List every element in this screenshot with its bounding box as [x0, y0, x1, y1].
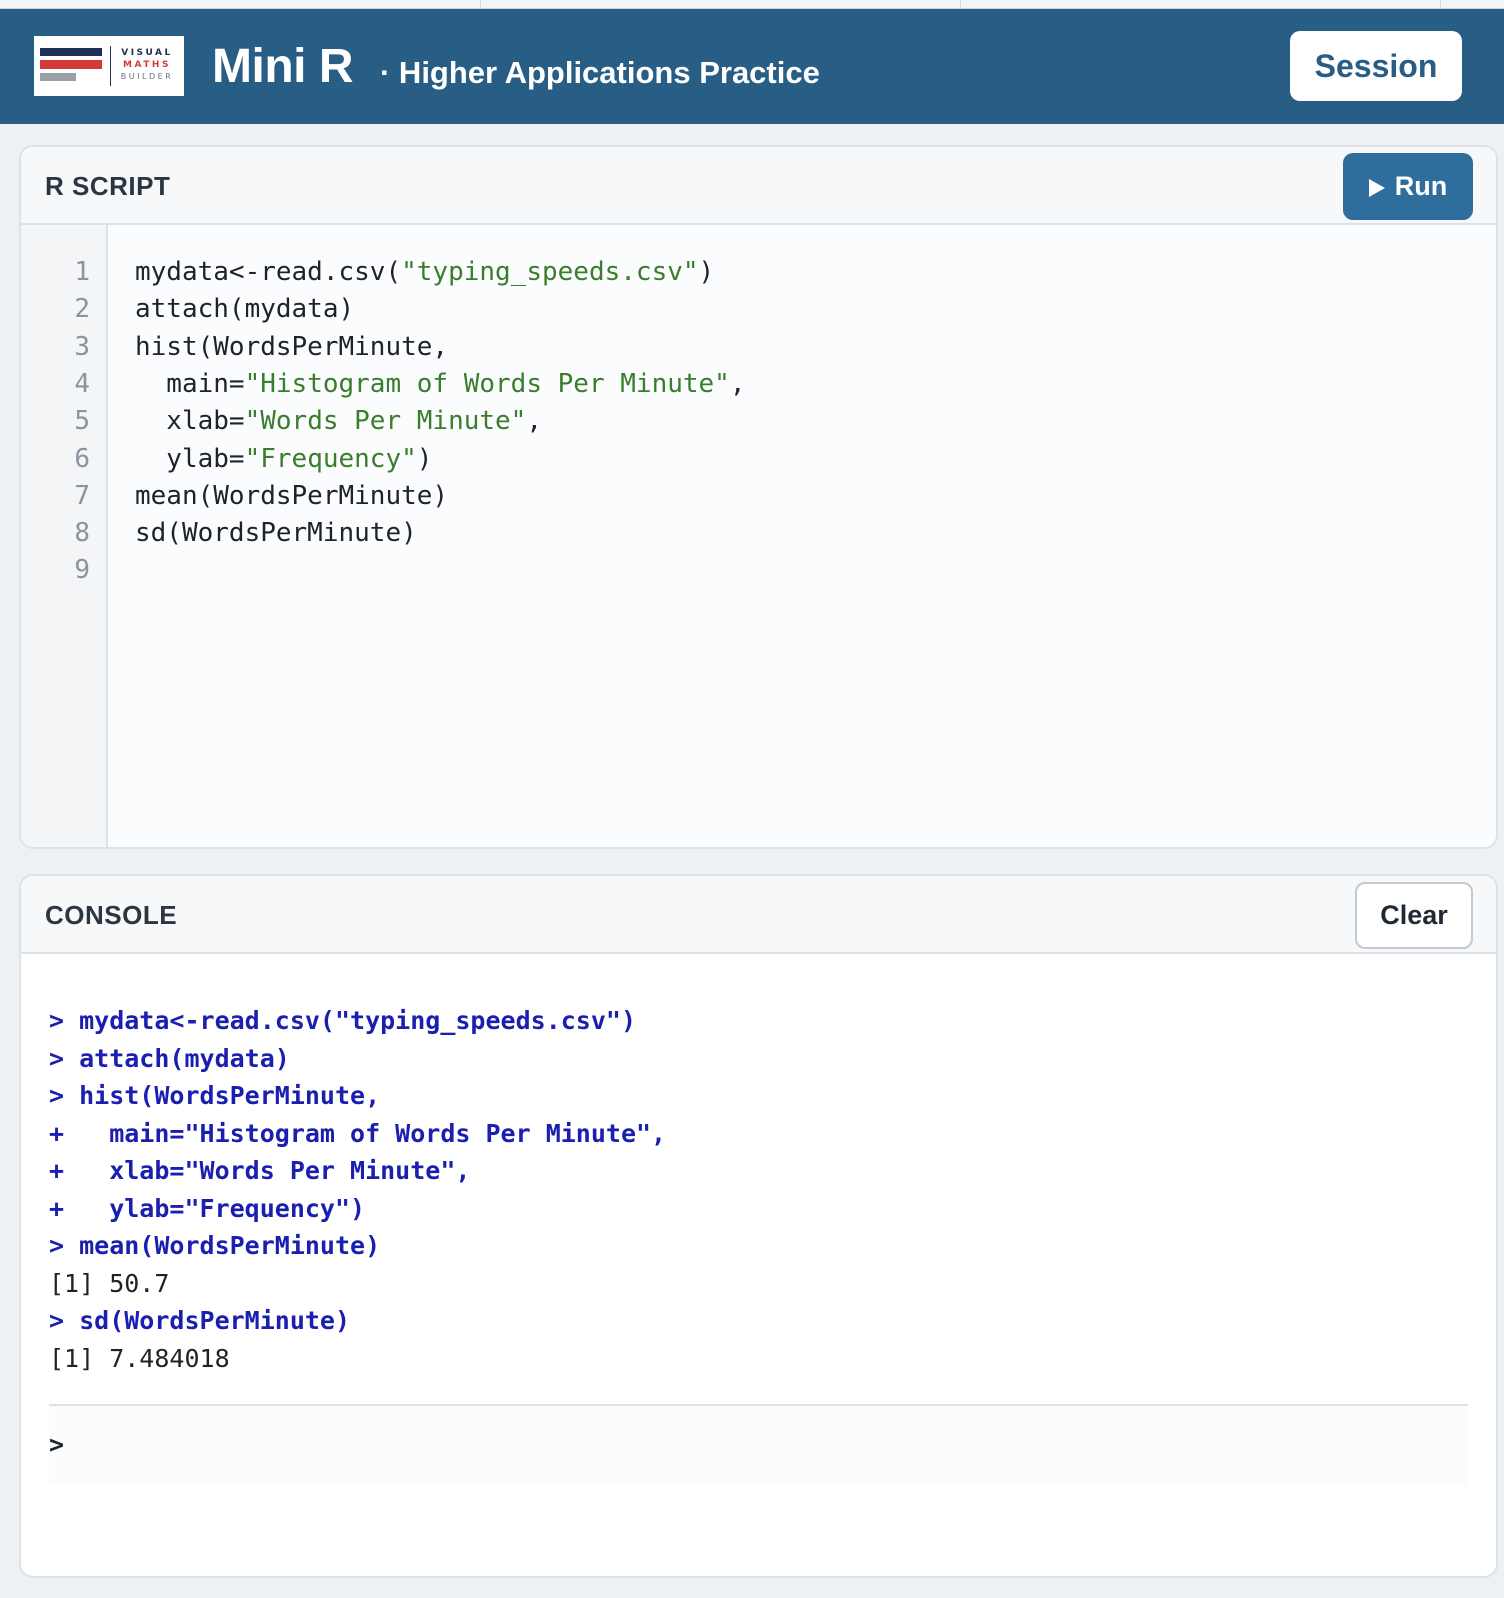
console-output-line: [1] 50.7 [49, 1268, 170, 1298]
code-line: mean(WordsPerMinute) [135, 477, 448, 515]
line-number: 2 [74, 294, 90, 325]
console-command-line: + main="Histogram of Words Per Minute", [49, 1118, 667, 1148]
code-token: ) [416, 443, 433, 474]
app-title: Mini R [212, 40, 353, 93]
code-token: mydata<-read.csv( [135, 257, 402, 287]
code-line: main="Histogram of Words Per Minute", [135, 365, 746, 403]
line-number-gutter: 1 2 3 4 5 6 7 8 9 [21, 225, 108, 847]
code-token: sd(WordsPerMinute) [135, 518, 417, 549]
console-command-line: > sd(WordsPerMinute) [49, 1306, 351, 1335]
code-line: hist(WordsPerMinute, [135, 328, 448, 366]
console-label: CONSOLE [45, 900, 178, 930]
run-button[interactable]: Run [1343, 153, 1473, 220]
code-token: , [729, 368, 746, 399]
string-literal: "Histogram of Words Per Minute" [244, 368, 730, 399]
app-subtitle: · Higher Applications Practice [380, 55, 820, 90]
line-number: 6 [74, 443, 90, 474]
code-token: main= [135, 368, 245, 399]
string-literal: "typing_speeds.csv" [401, 257, 699, 287]
browser-tab[interactable] [0, 0, 481, 9]
string-literal: "Frequency" [244, 443, 417, 474]
line-number: 9 [74, 555, 90, 586]
console-command-line: > attach(mydata) [49, 1043, 290, 1073]
console-prompt-symbol: > [49, 1430, 65, 1459]
logo-word-visual: VISUAL [121, 48, 173, 58]
play-icon [1368, 179, 1385, 197]
code-line: ylab="Frequency") [135, 440, 432, 478]
logo-word-builder: BUILDER [120, 72, 174, 81]
visual-maths-builder-logo: VISUAL MATHS BUILDER [34, 36, 184, 96]
line-number: 5 [74, 406, 90, 437]
r-script-panel: R SCRIPT Run 1 2 3 4 5 6 7 8 9 mydata<-read.csv(… [19, 145, 1498, 849]
logo-divider [110, 46, 111, 86]
console-command-line: + ylab="Frequency") [49, 1193, 366, 1223]
code-editor[interactable]: mydata<-read.csv("typing_speeds.csv") att… [108, 225, 1496, 847]
line-number: 7 [74, 480, 90, 511]
console-panel: CONSOLE Clear > mydata<-read.csv("typing… [19, 874, 1498, 1578]
logo-word-maths: MATHS [123, 60, 171, 70]
code-token: hist(WordsPerMinute, [135, 331, 449, 362]
console-output-line: [1] 7.484018 [49, 1343, 230, 1373]
code-line: mydata<-read.csv("typing_speeds.csv") [135, 253, 714, 291]
code-token: attach(mydata) [135, 294, 355, 325]
console-command-line: > hist(WordsPerMinute, [49, 1081, 381, 1110]
code-token: ) [698, 257, 715, 287]
line-number: 4 [74, 368, 90, 399]
line-number: 8 [74, 518, 90, 549]
r-script-panel-header: R SCRIPT Run [21, 147, 1496, 225]
browser-tab[interactable] [481, 0, 961, 9]
browser-tab[interactable] [961, 0, 1441, 9]
string-literal: "Words Per Minute" [244, 406, 527, 437]
console-command-line: > mean(WordsPerMinute) [49, 1231, 381, 1260]
browser-tab-strip [0, 0, 1504, 9]
app-header: VISUAL MATHS BUILDER Mini R · Higher App… [0, 9, 1504, 124]
code-token: , [526, 406, 542, 437]
console-panel-header: CONSOLE Clear [21, 876, 1496, 954]
logo-bars-icon [40, 48, 102, 84]
run-button-label: Run [1394, 171, 1448, 201]
code-token: xlab= [135, 406, 245, 437]
console-input[interactable] [79, 1424, 1429, 1464]
console-command-line: + xlab="Words Per Minute", [49, 1156, 471, 1185]
clear-button[interactable]: Clear [1355, 882, 1473, 949]
code-line: sd(WordsPerMinute) [135, 514, 417, 552]
session-button[interactable]: Session [1290, 31, 1462, 101]
console-prompt-area: > [49, 1406, 1468, 1486]
code-token: mean(WordsPerMinute) [135, 480, 449, 511]
line-number: 1 [74, 257, 90, 287]
console-command-line: > mydata<-read.csv("typing_speeds.csv") [49, 1006, 636, 1035]
code-token: ylab= [135, 443, 245, 474]
r-script-label: R SCRIPT [45, 171, 171, 201]
line-number: 3 [74, 331, 90, 362]
code-line: attach(mydata) [135, 290, 354, 328]
code-line: xlab="Words Per Minute", [135, 402, 542, 440]
